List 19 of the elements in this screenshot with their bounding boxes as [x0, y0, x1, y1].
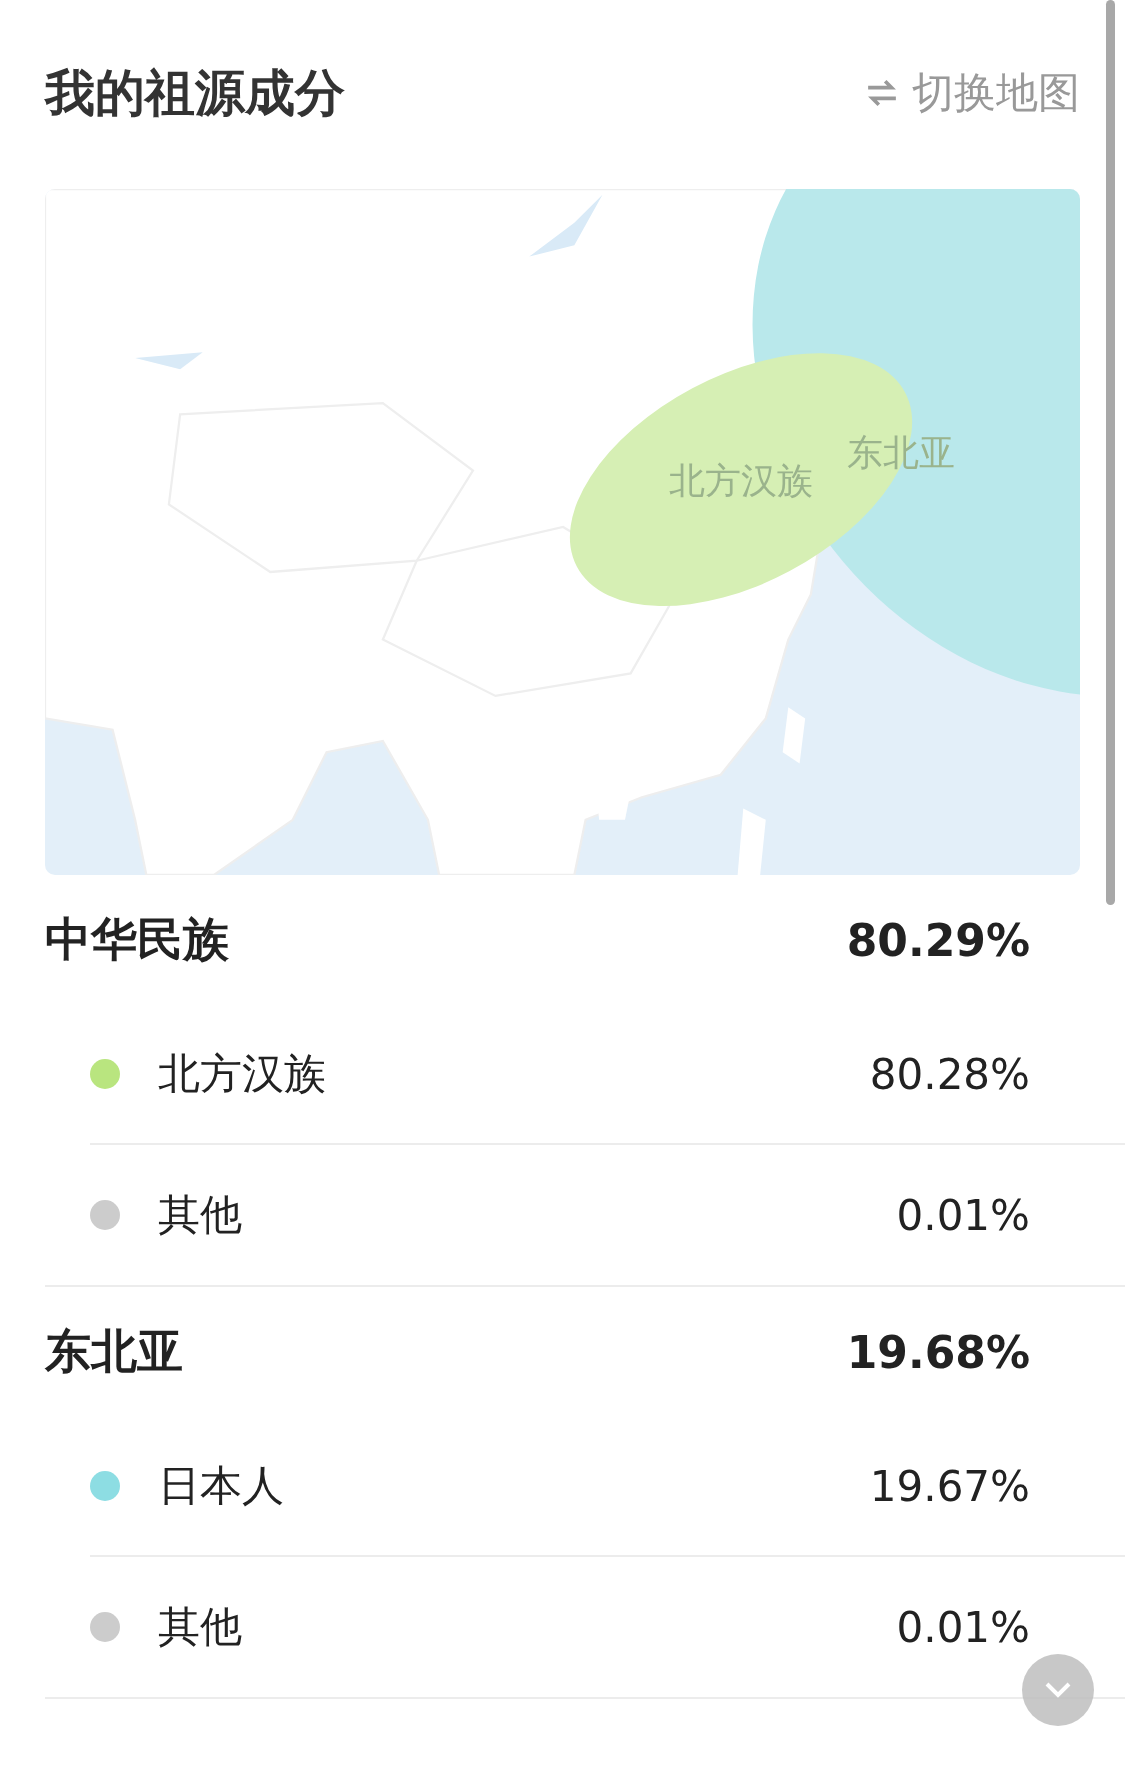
- group-percent: 80.29%: [846, 914, 1030, 966]
- item-name: 日本人: [158, 1460, 285, 1512]
- item-percent: 0.01%: [896, 1602, 1030, 1652]
- item-name: 其他: [158, 1189, 243, 1241]
- chevron-down-icon: [1043, 1680, 1073, 1700]
- item-percent: 19.67%: [869, 1461, 1030, 1511]
- item-name: 其他: [158, 1601, 243, 1653]
- item-percent: 80.28%: [869, 1049, 1030, 1099]
- scrollbar[interactable]: [1106, 0, 1115, 905]
- group-percent: 19.68%: [846, 1326, 1030, 1378]
- item-name: 北方汉族: [158, 1048, 327, 1100]
- group-name: 东北亚: [45, 1323, 183, 1380]
- region-label: 东北亚: [846, 430, 955, 475]
- switch-map-link[interactable]: 切换地图: [866, 65, 1080, 121]
- group-name: 中华民族: [45, 911, 229, 968]
- page-title: 我的祖源成分: [45, 62, 345, 124]
- item-percent: 0.01%: [896, 1190, 1030, 1240]
- region-label: 北方汉族: [669, 458, 813, 503]
- swap-icon: [866, 79, 898, 107]
